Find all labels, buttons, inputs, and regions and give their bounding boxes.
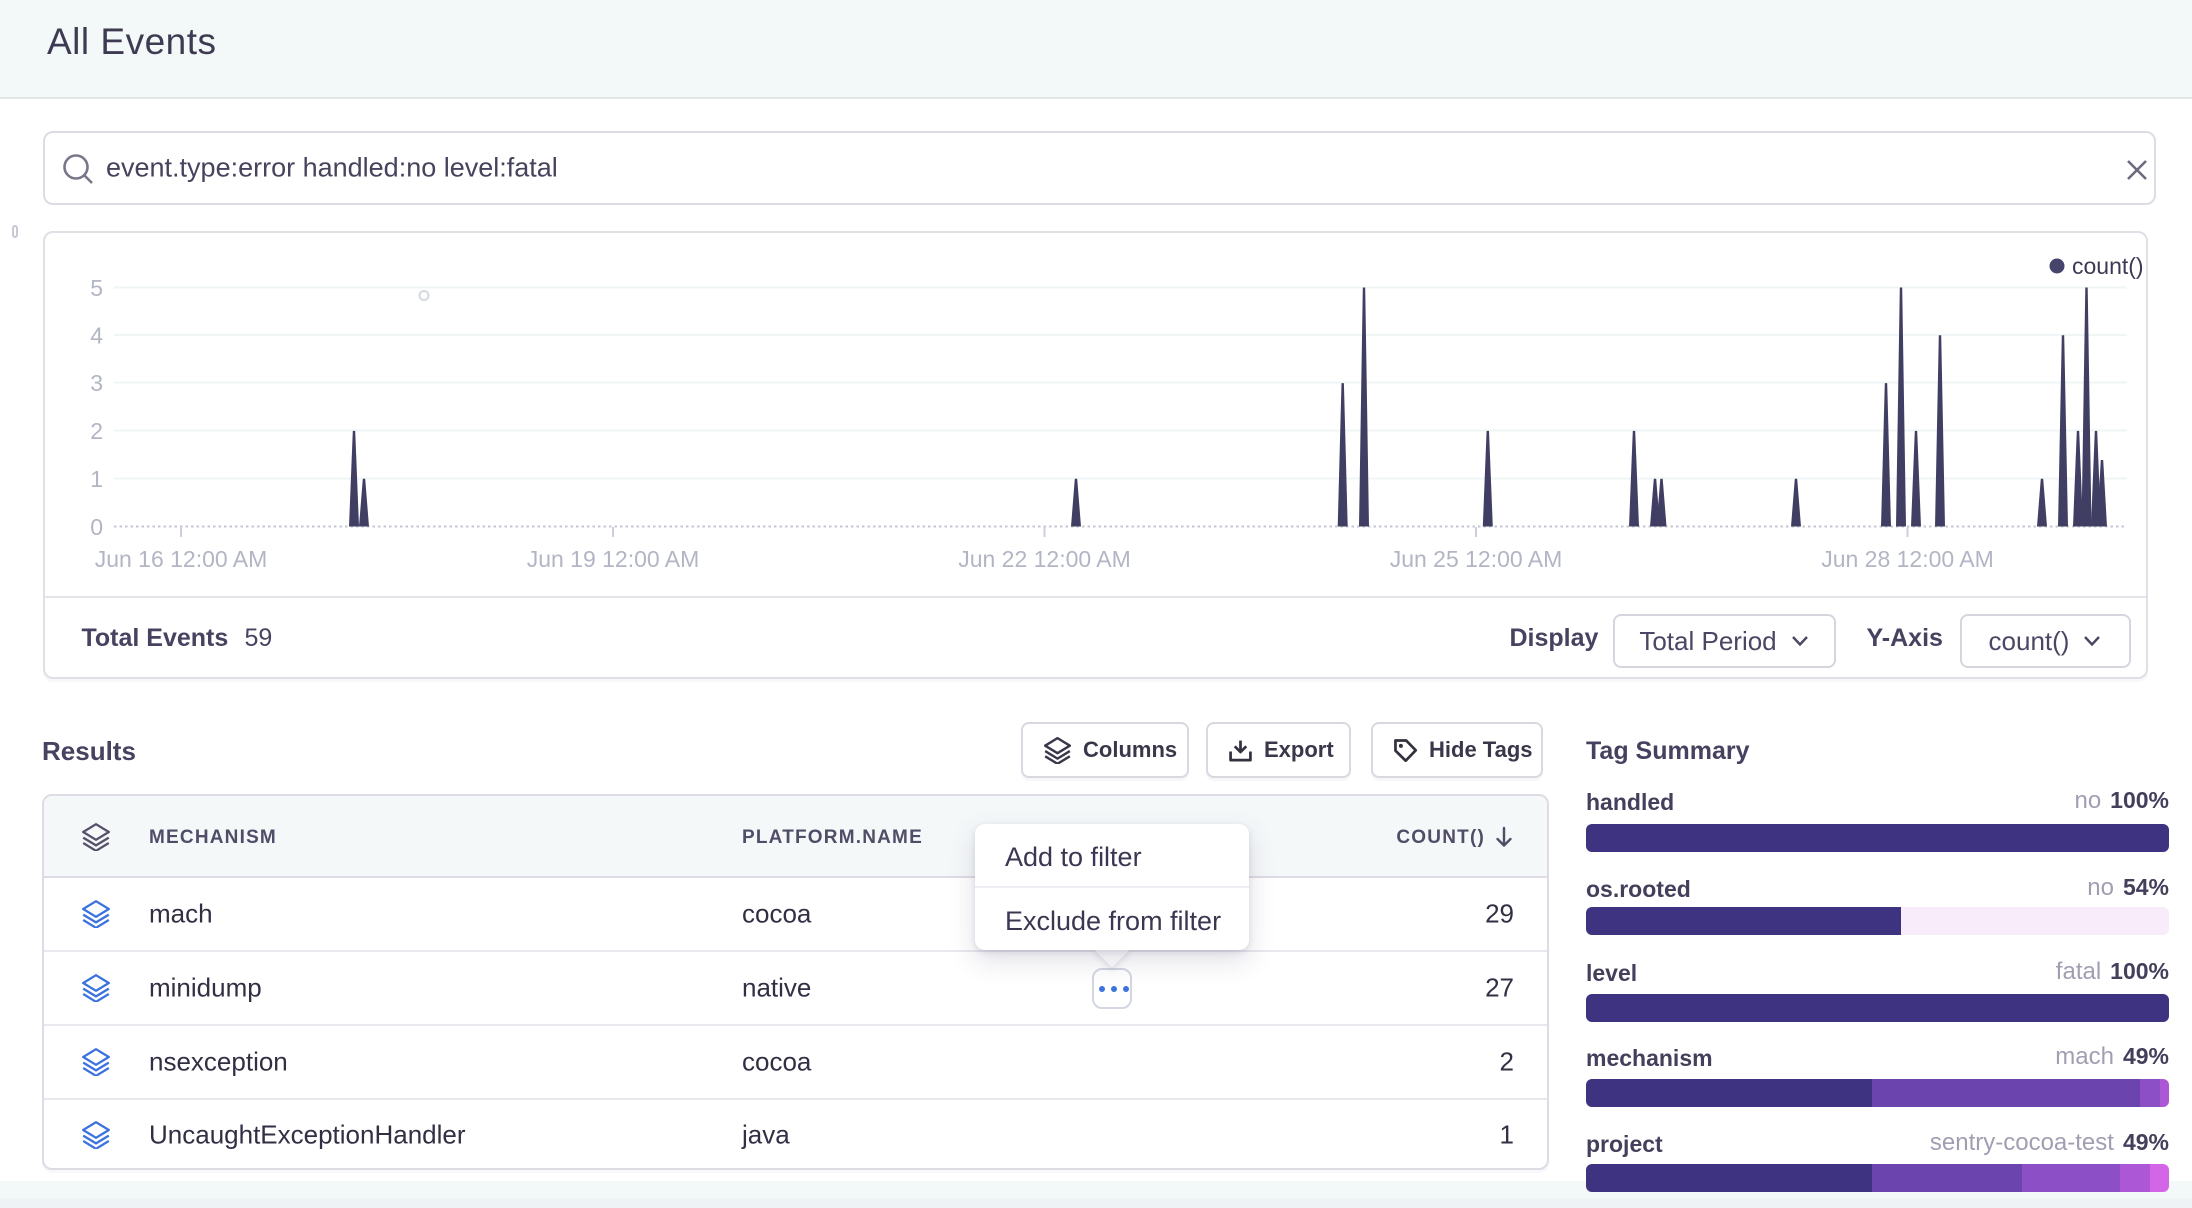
svg-text:4: 4 xyxy=(90,322,103,348)
svg-text:Jun 16 12:00 AM: Jun 16 12:00 AM xyxy=(94,546,267,572)
svg-text:Jun 28 12:00 AM: Jun 28 12:00 AM xyxy=(1821,546,1994,572)
svg-text:Jun 25 12:00 AM: Jun 25 12:00 AM xyxy=(1389,546,1562,572)
svg-text:count(): count() xyxy=(2072,253,2144,279)
svg-text:1: 1 xyxy=(90,466,103,492)
svg-text:0: 0 xyxy=(90,514,103,540)
svg-text:5: 5 xyxy=(90,275,103,301)
svg-text:3: 3 xyxy=(90,370,103,396)
svg-text:Jun 19 12:00 AM: Jun 19 12:00 AM xyxy=(526,546,699,572)
svg-text:Jun 22 12:00 AM: Jun 22 12:00 AM xyxy=(958,546,1131,572)
svg-text:2: 2 xyxy=(90,418,103,444)
